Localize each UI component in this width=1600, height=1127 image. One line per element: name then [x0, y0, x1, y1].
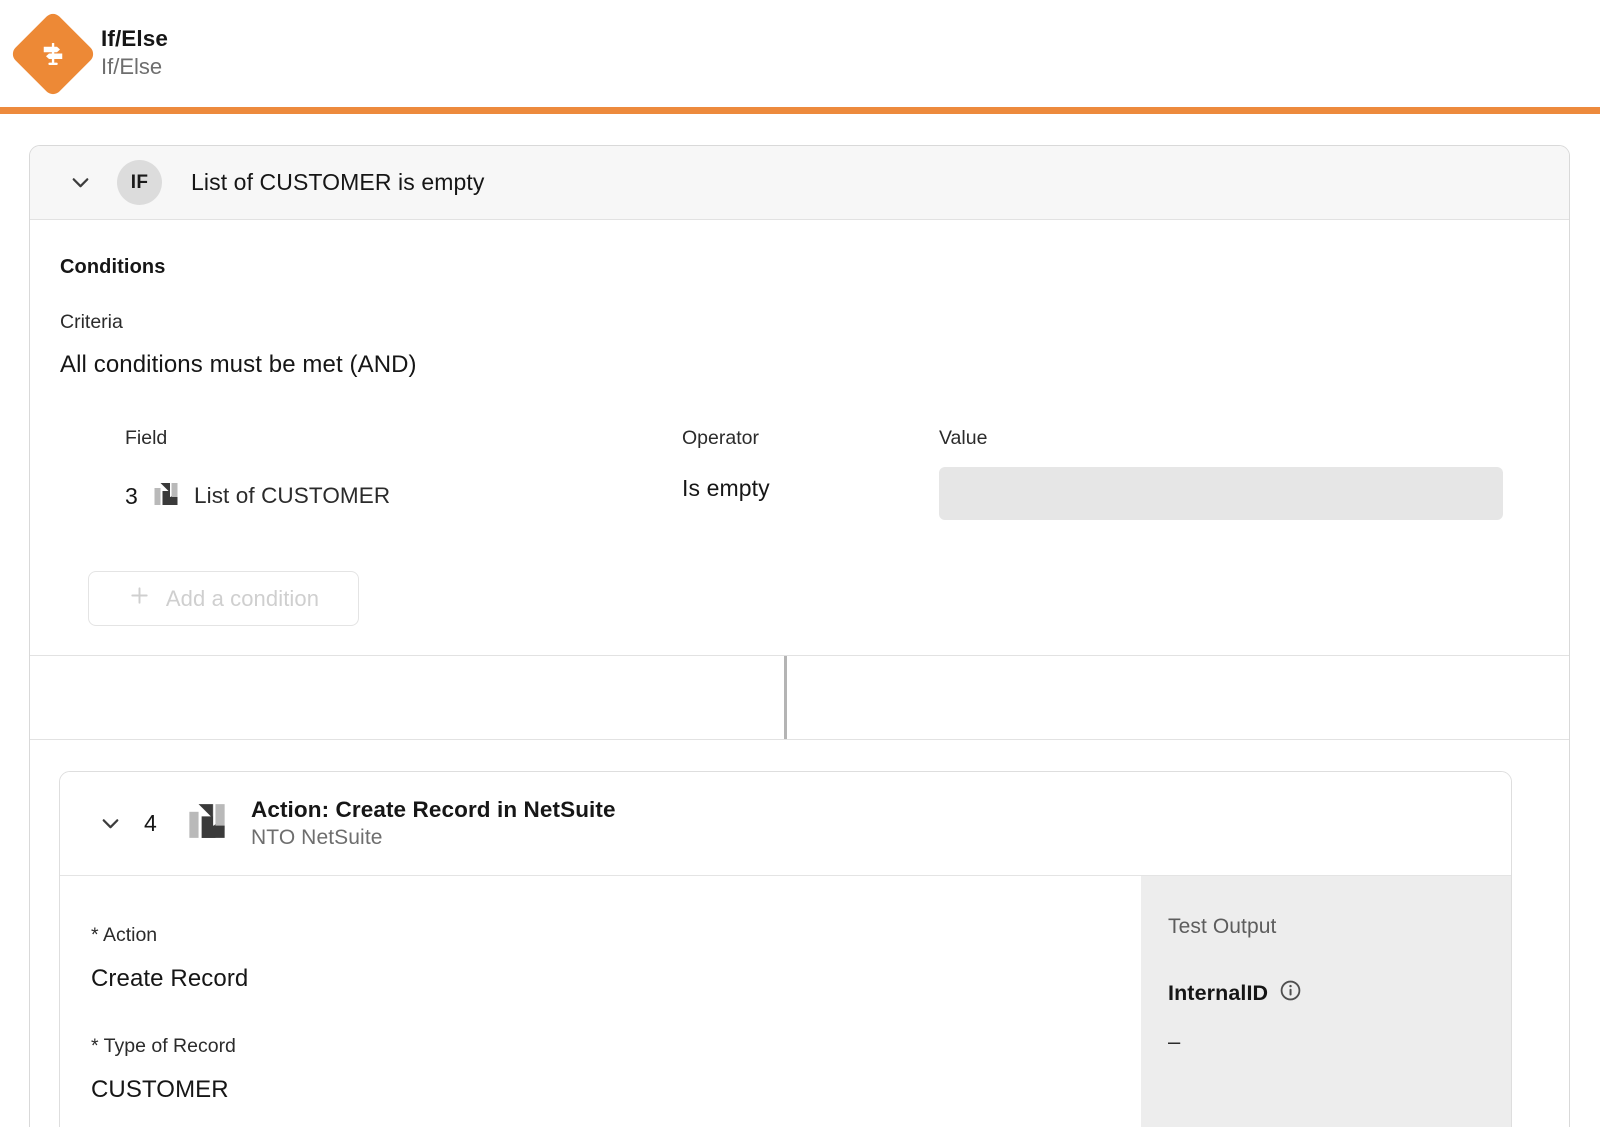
action-step-number: 4 [144, 810, 157, 836]
action-connection-name: NTO NetSuite [251, 826, 383, 849]
condition-step-number: 3 [125, 482, 138, 509]
if-else-signpost-icon [9, 9, 97, 98]
condition-field-cell[interactable]: 3 List of CUSTOMER [125, 472, 682, 520]
chevron-down-icon[interactable] [60, 163, 100, 203]
chevron-down-icon[interactable] [90, 804, 130, 844]
test-output-title: Test Output [1168, 915, 1277, 938]
page-subtitle: If/Else [101, 54, 163, 80]
branch-connector-line [784, 656, 787, 739]
field-group-type-of-record: * Type of Record CUSTOMER [91, 1035, 1141, 1104]
if-branch-card: IF List of CUSTOMER is empty Conditions … [29, 145, 1570, 1127]
test-output-key-row: InternalID [1168, 979, 1511, 1007]
condition-value-input[interactable] [939, 467, 1503, 520]
action-title: Action: Create Record in NetSuite [251, 797, 616, 822]
action-card-wrapper: 4 Action: Create Record in NetSuite NTO … [30, 740, 1569, 1127]
field-value-action[interactable]: Create Record [91, 965, 1141, 993]
action-step-card: 4 Action: Create Record in NetSuite NTO … [59, 771, 1512, 1127]
conditions-grid: Field Operator Value 3 List of CUSTOMER … [30, 427, 1569, 520]
field-label-type-of-record: * Type of Record [91, 1035, 1141, 1058]
field-label-text: Type of Record [103, 1035, 236, 1057]
plus-icon [128, 584, 151, 613]
if-summary-text: List of CUSTOMER is empty [191, 169, 485, 195]
field-value-type-of-record[interactable]: CUSTOMER [91, 1076, 1141, 1104]
accent-divider [0, 107, 1600, 114]
if-card-header[interactable]: IF List of CUSTOMER is empty [30, 146, 1569, 220]
netsuite-logo-icon [151, 479, 181, 514]
netsuite-logo-icon [184, 798, 230, 849]
header-text-block: If/Else If/Else [101, 26, 168, 80]
canvas: IF List of CUSTOMER is empty Conditions … [0, 114, 1600, 1127]
add-condition-button[interactable]: Add a condition [88, 571, 359, 626]
conditions-section: Conditions Criteria All conditions must … [30, 220, 1569, 656]
column-header-field: Field [125, 427, 168, 449]
action-title-block: Action: Create Record in NetSuite NTO Ne… [251, 797, 616, 850]
field-group-action: * Action Create Record [91, 924, 1141, 993]
field-label-action: * Action [91, 924, 1141, 947]
required-asterisk: * [91, 1035, 99, 1057]
action-card-header[interactable]: 4 Action: Create Record in NetSuite NTO … [60, 772, 1511, 876]
field-label-text: Action [102, 924, 158, 946]
required-asterisk: * [91, 924, 99, 946]
add-condition-label: Add a condition [165, 585, 320, 611]
condition-operator-value[interactable]: Is empty [682, 472, 939, 520]
if-badge: IF [117, 160, 162, 205]
condition-field-label: List of CUSTOMER [194, 483, 391, 508]
column-header-value: Value [939, 427, 988, 449]
criteria-label: Criteria [60, 311, 123, 333]
info-circle-icon[interactable] [1279, 979, 1302, 1007]
test-output-value: – [1168, 1029, 1181, 1054]
action-card-body: * Action Create Record * Type of Record … [60, 876, 1511, 1127]
test-output-panel: Test Output InternalID – [1141, 876, 1511, 1127]
criteria-value: All conditions must be met (AND) [60, 351, 417, 378]
branch-connector-area [30, 656, 1569, 740]
conditions-heading: Conditions [60, 256, 166, 278]
column-header-operator: Operator [682, 427, 759, 449]
test-output-key: InternalID [1168, 980, 1269, 1005]
action-fields: * Action Create Record * Type of Record … [60, 876, 1141, 1127]
page-title: If/Else [101, 26, 168, 52]
app-header: If/Else If/Else [0, 0, 1600, 107]
